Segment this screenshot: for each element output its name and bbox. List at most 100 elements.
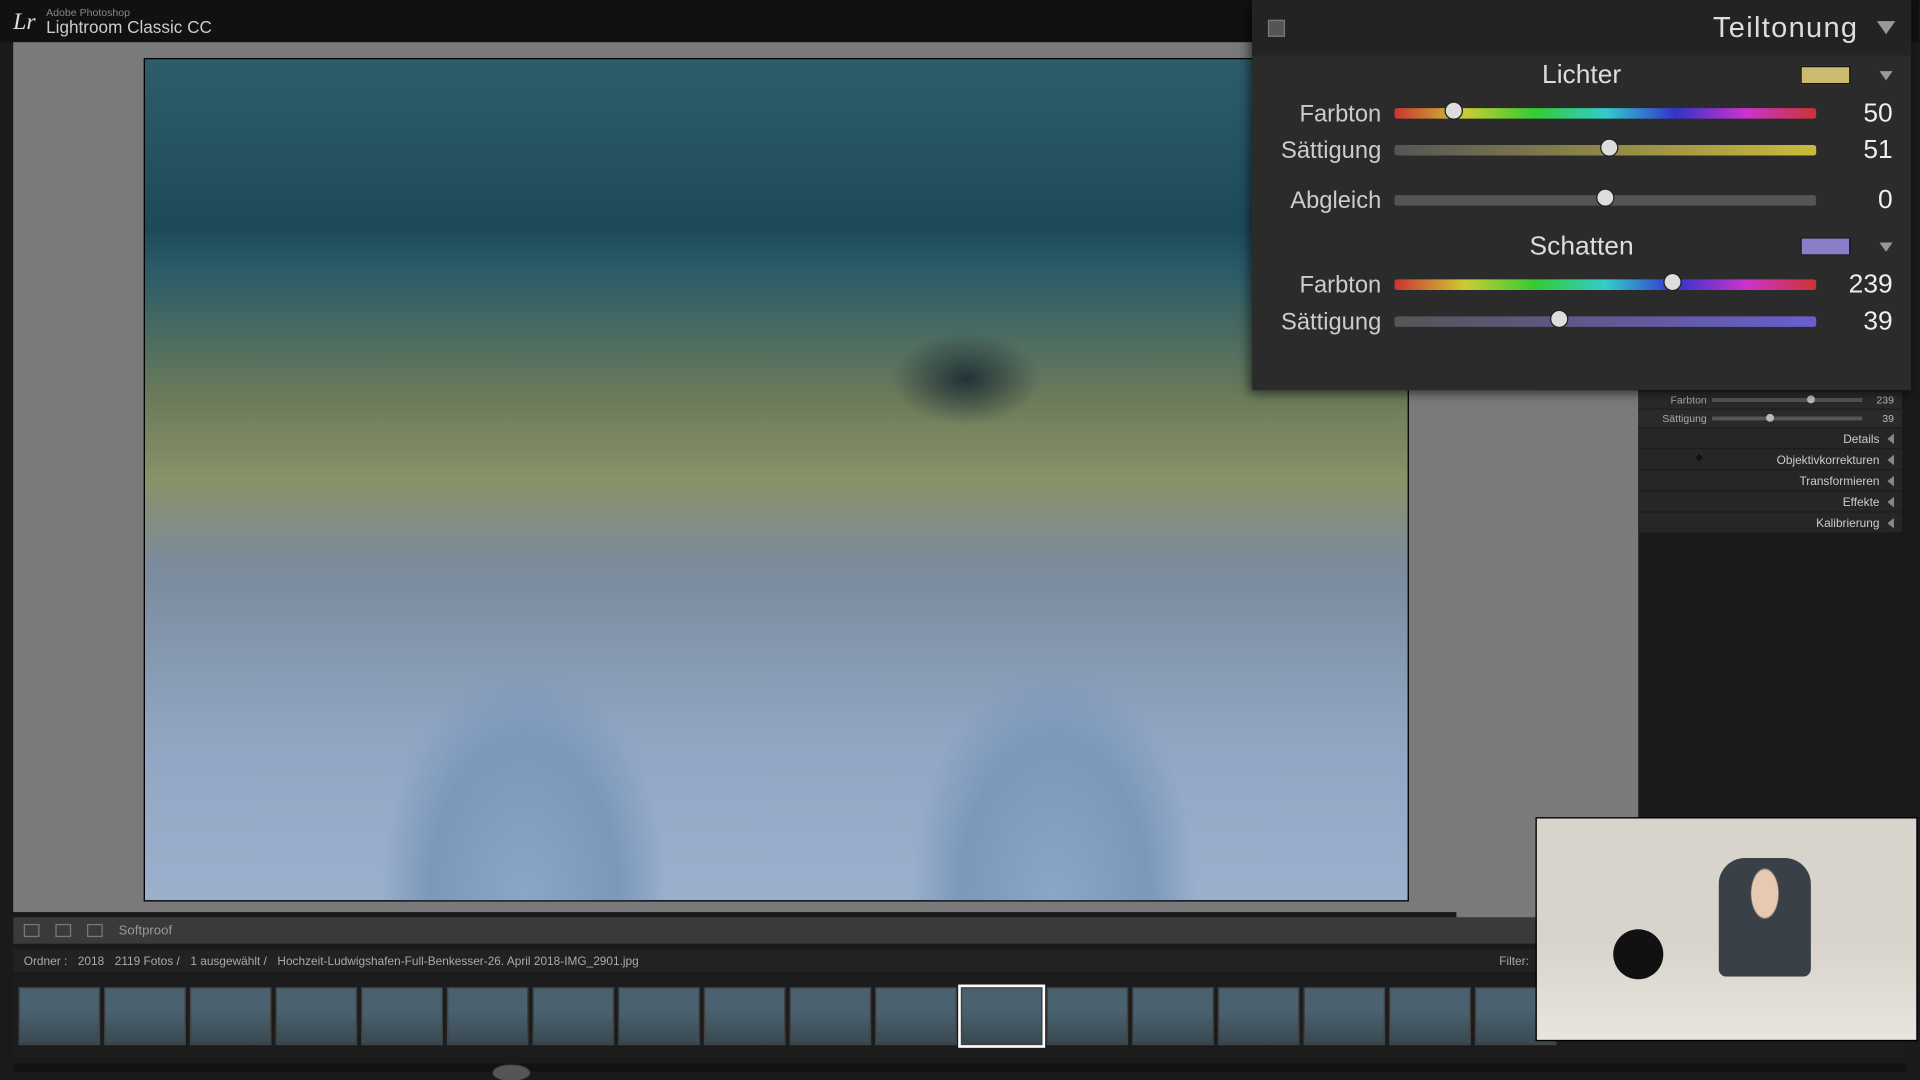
filmstrip-thumb[interactable] — [447, 987, 529, 1045]
slider-value[interactable]: 39 — [1816, 306, 1892, 336]
shadows-label: Schatten — [1530, 231, 1634, 261]
slider-value[interactable]: 0 — [1816, 185, 1892, 215]
panel-header[interactable]: Teiltonung — [1252, 0, 1911, 55]
mini-slider-row: Sättigung 39 — [1638, 409, 1902, 427]
slider-value[interactable]: 51 — [1816, 135, 1892, 165]
filmstrip-thumb[interactable] — [618, 987, 700, 1045]
filmstrip-thumb[interactable] — [104, 987, 186, 1045]
filmstrip-thumb[interactable] — [961, 987, 1043, 1045]
highlights-hue-slider[interactable] — [1394, 108, 1816, 119]
panel-section-header[interactable]: Transformieren — [1638, 469, 1902, 490]
filmstrip-thumb[interactable] — [1218, 987, 1300, 1045]
mini-slider-row: Farbton 239 — [1638, 390, 1902, 408]
panel-section-header[interactable]: Details — [1638, 427, 1902, 448]
filmstrip-scrollbar[interactable] — [13, 1064, 1906, 1072]
slider-value[interactable]: 239 — [1816, 270, 1892, 300]
slider-knob[interactable] — [1600, 138, 1618, 156]
highlights-sat-slider[interactable] — [1394, 145, 1816, 156]
filmstrip-thumb[interactable] — [532, 987, 614, 1045]
filmstrip-thumb[interactable] — [190, 987, 272, 1045]
slider-label: Farbton — [1646, 394, 1712, 406]
filmstrip-thumb[interactable] — [18, 987, 100, 1045]
info-strip: Ordner : 2018 2119 Fotos / 1 ausgewählt … — [13, 949, 1539, 973]
filmstrip-thumb[interactable] — [1132, 987, 1214, 1045]
shadows-header: Schatten — [1252, 227, 1911, 267]
panel-section-header[interactable]: Kalibrierung — [1638, 511, 1902, 532]
filmstrip-thumb[interactable] — [704, 987, 786, 1045]
section-title: Kalibrierung — [1816, 516, 1879, 529]
folder-name[interactable]: 2018 — [78, 954, 104, 967]
slider-value[interactable]: 239 — [1862, 394, 1894, 406]
highlights-sat-row: Sättigung 51 — [1252, 132, 1911, 169]
caret-left-icon — [1887, 454, 1894, 465]
filmstrip-thumb[interactable] — [361, 987, 443, 1045]
filmstrip-thumb[interactable] — [1389, 987, 1471, 1045]
shadows-sat-row: Sättigung 39 — [1252, 303, 1911, 340]
highlights-hue-row: Farbton 50 — [1252, 95, 1911, 132]
app-name: Lightroom Classic CC — [46, 18, 212, 35]
slider-label: Farbton — [1252, 271, 1394, 299]
cursor-icon: ⌖ — [1695, 451, 1703, 468]
slider-label: Sättigung — [1252, 136, 1394, 164]
develop-panels: Farbton 239 Sättigung 39 Details Objektivkorr… — [1638, 390, 1902, 532]
panel-section-header[interactable]: Objektivkorrekturen — [1638, 448, 1902, 469]
chevron-down-icon[interactable] — [1879, 71, 1892, 80]
slider-knob[interactable] — [1807, 395, 1815, 403]
slider-knob[interactable] — [1444, 101, 1462, 119]
shadows-swatch[interactable] — [1800, 237, 1850, 255]
shadows-sat-slider[interactable] — [1394, 316, 1816, 327]
scroll-knob[interactable] — [492, 1064, 532, 1080]
view-mode-icon[interactable] — [24, 924, 40, 937]
softproof-toggle[interactable]: Softproof — [119, 923, 173, 937]
slider-label: Sättigung — [1646, 413, 1712, 425]
collapse-icon[interactable] — [1877, 21, 1895, 34]
balance-row: Abgleich 0 — [1252, 182, 1911, 219]
selected-count: 1 ausgewählt / — [190, 954, 267, 967]
app-logo: Lr — [13, 7, 35, 35]
filmstrip-thumb[interactable] — [275, 987, 357, 1045]
section-title: Details — [1843, 432, 1879, 445]
folder-label: Ordner : — [24, 954, 68, 967]
slider-value[interactable]: 39 — [1862, 413, 1894, 425]
view-mode-icon[interactable] — [55, 924, 71, 937]
slider-value[interactable]: 50 — [1816, 98, 1892, 128]
highlights-swatch[interactable] — [1800, 66, 1850, 84]
mini-slider[interactable] — [1712, 416, 1862, 420]
shadows-hue-row: Farbton 239 — [1252, 266, 1911, 303]
chevron-down-icon[interactable] — [1879, 242, 1892, 251]
photo-preview[interactable] — [144, 58, 1409, 902]
filmstrip-thumb[interactable] — [1046, 987, 1128, 1045]
slider-knob[interactable] — [1596, 188, 1614, 206]
view-mode-icon[interactable] — [87, 924, 103, 937]
panel-section-header[interactable]: Effekte — [1638, 490, 1902, 511]
caret-left-icon — [1887, 496, 1894, 507]
balance-slider[interactable] — [1394, 195, 1816, 206]
slider-label: Sättigung — [1252, 308, 1394, 336]
filter-label[interactable]: Filter: — [1499, 954, 1529, 967]
microphone-icon — [1613, 929, 1663, 979]
photo-count: 2119 Fotos / — [115, 954, 180, 967]
slider-knob[interactable] — [1767, 414, 1775, 422]
view-toolstrip: Softproof — [13, 917, 1539, 943]
mini-slider[interactable] — [1712, 398, 1862, 402]
filename[interactable]: Hochzeit-Ludwigshafen-Full-Benkesser-26.… — [277, 954, 638, 967]
highlights-label: Lichter — [1542, 60, 1621, 90]
slider-label: Farbton — [1252, 100, 1394, 128]
section-title: Effekte — [1843, 495, 1880, 508]
shadows-hue-slider[interactable] — [1394, 279, 1816, 290]
slider-knob[interactable] — [1550, 310, 1568, 328]
section-title: Transformieren — [1799, 474, 1879, 487]
caret-left-icon — [1887, 433, 1894, 444]
filmstrip-thumb[interactable] — [789, 987, 871, 1045]
highlights-header: Lichter — [1252, 55, 1911, 95]
slider-knob[interactable] — [1664, 273, 1682, 291]
caret-left-icon — [1887, 475, 1894, 486]
filmstrip-thumb[interactable] — [1304, 987, 1386, 1045]
panel-toggle-icon[interactable] — [1268, 19, 1285, 36]
webcam-overlay — [1535, 817, 1917, 1041]
filmstrip-thumb[interactable] — [875, 987, 957, 1045]
caret-left-icon — [1887, 517, 1894, 528]
slider-label: Abgleich — [1252, 186, 1394, 214]
panel-title: Teiltonung — [1713, 11, 1858, 45]
split-toning-panel: Teiltonung Lichter Farbton 50 Sättigung … — [1252, 0, 1911, 390]
